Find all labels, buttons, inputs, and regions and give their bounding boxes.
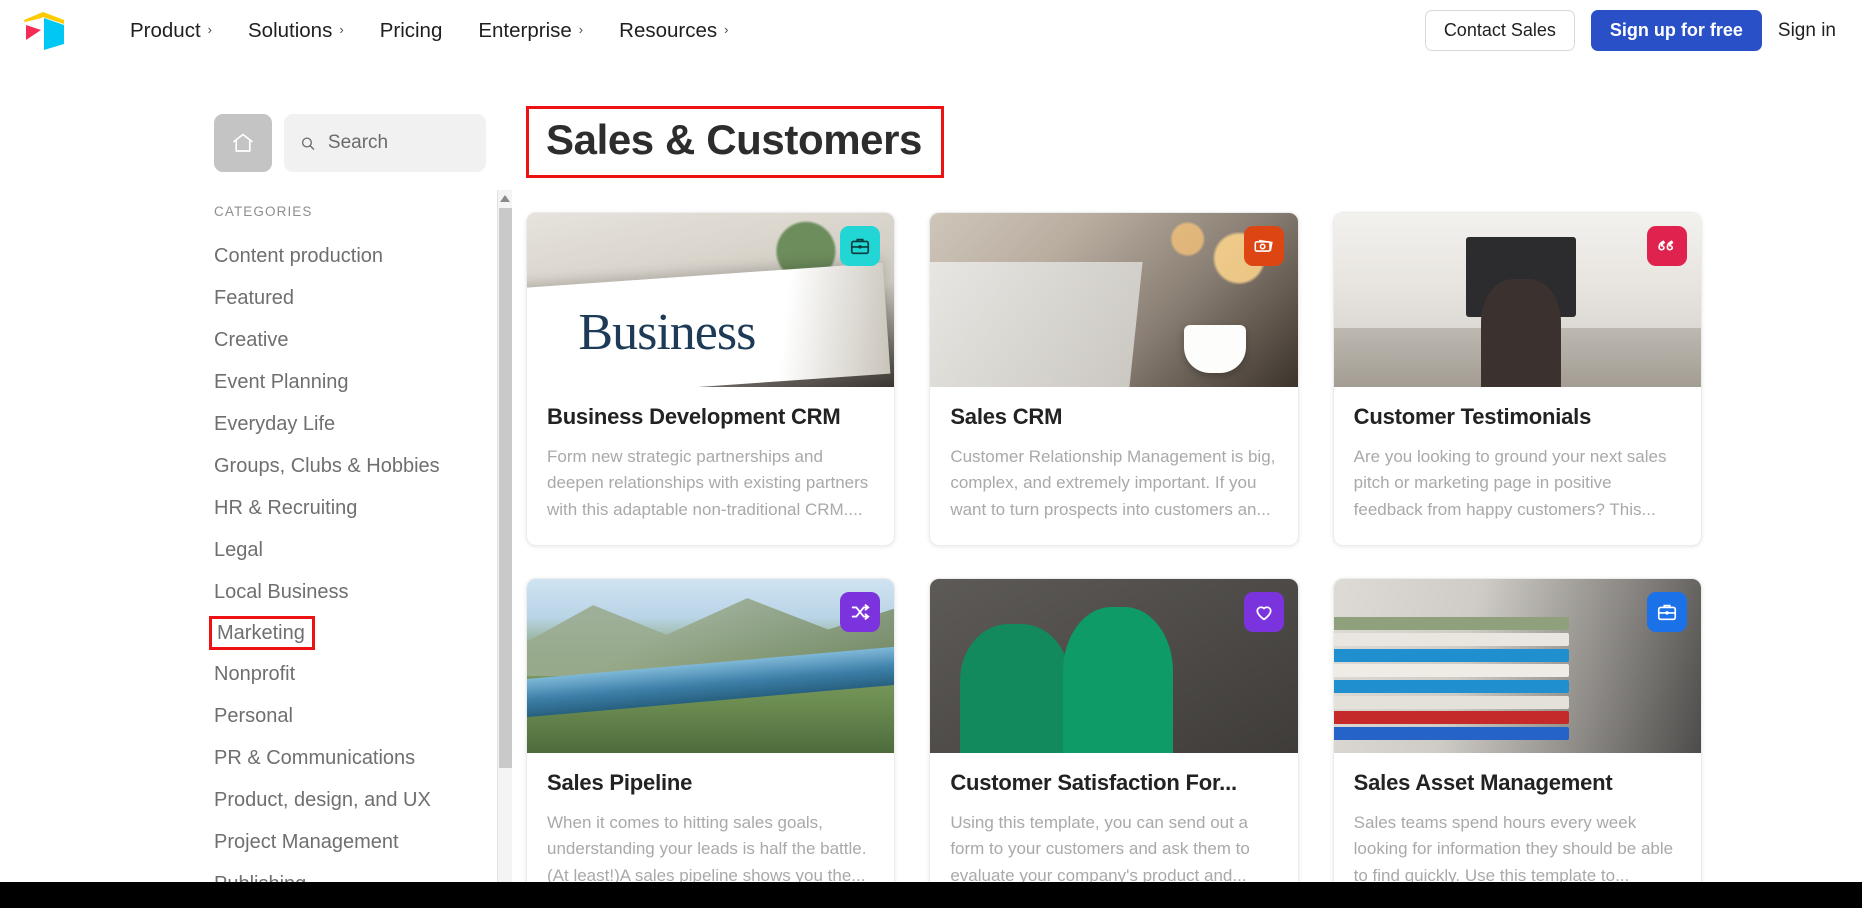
sidebar-item-legal[interactable]: Legal [214,529,486,571]
template-card[interactable]: Business Business Development CRM Form n… [526,212,896,547]
search-icon [301,136,315,150]
nav-label: Resources [619,18,718,42]
card-badge [1243,592,1284,633]
sidebar-item-content-production[interactable]: Content production [214,235,486,277]
card-title: Sales Pipeline [547,770,693,796]
nav-label: Product [130,18,201,42]
sidebar-item-hr-recruiting[interactable]: HR & Recruiting [214,487,486,529]
card-badge [1243,226,1284,266]
nav-item-product[interactable]: Product › [112,19,230,43]
card-title: Business Development CRM [547,404,841,429]
page-body: CATEGORIES Content production Featured C… [0,62,1862,908]
sidebar-item-marketing[interactable]: Marketing [209,616,315,650]
card-body: Sales CRM Customer Relationship Manageme… [930,387,1297,545]
nav-label: Enterprise [478,18,572,42]
card-badge [840,592,881,633]
monday-logo[interactable] [22,11,66,51]
sidebar-controls [214,114,486,172]
card-description: Using this template, you can send out a … [950,813,1250,885]
template-card-grid: Business Business Development CRM Form n… [526,212,1702,908]
card-thumbnail [1333,579,1701,754]
card-badge [1647,226,1687,266]
template-card[interactable]: Sales Asset Management Sales teams spend… [1332,578,1702,908]
card-thumbnail [1333,213,1701,387]
page-title: Sales & Customers [546,116,923,163]
heart-icon [1256,606,1272,621]
nav-item-resources[interactable]: Resources › [601,19,746,43]
money-icon [1254,239,1273,252]
nav-item-solutions[interactable]: Solutions › [230,19,362,43]
briefcase-icon [1657,604,1677,621]
contact-sales-button[interactable]: Contact Sales [1424,10,1575,51]
card-badge [1647,592,1687,633]
shuffle-icon [852,604,871,620]
site-header: Product › Solutions › Pricing Enterprise… [0,0,1862,62]
sidebar-item-event-planning[interactable]: Event Planning [214,361,486,403]
thumbnail-text: Business [578,304,756,362]
card-title: Sales Asset Management [1353,770,1613,796]
card-description: When it comes to hitting sales goals, un… [547,813,867,885]
card-thumbnail: Business [527,213,895,387]
nav-item-pricing[interactable]: Pricing [362,19,461,43]
template-card[interactable]: Customer Testimonials Are you looking to… [1332,212,1702,547]
card-description: Form new strategic partnerships and deep… [547,447,869,519]
card-body: Business Development CRM Form new strate… [527,387,894,545]
chevron-right-icon: › [578,22,584,37]
card-badge [840,226,881,266]
card-thumbnail [527,579,895,754]
page-title-highlight: Sales & Customers [526,106,945,178]
card-title: Customer Satisfaction For... [950,770,1237,796]
nav-label: Solutions [248,18,333,42]
categories-heading: CATEGORIES [214,204,313,219]
sign-in-link[interactable]: Sign in [1778,20,1838,42]
card-title: Customer Testimonials [1353,404,1592,429]
chevron-right-icon: › [339,22,344,37]
card-description: Customer Relationship Management is big,… [950,447,1276,519]
card-thumbnail [930,213,1298,387]
search-box[interactable] [284,114,486,172]
sidebar-item-personal[interactable]: Personal [214,695,486,737]
home-button[interactable] [214,114,272,172]
main-navigation: Product › Solutions › Pricing Enterprise… [112,19,746,43]
sidebar-item-local-business[interactable]: Local Business [214,571,486,613]
template-card[interactable]: Sales CRM Customer Relationship Manageme… [929,212,1299,547]
sidebar-item-featured[interactable]: Featured [214,277,486,319]
sidebar-item-everyday-life[interactable]: Everyday Life [214,403,486,445]
card-description: Are you looking to ground your next sale… [1353,447,1667,519]
category-sidebar: CATEGORIES Content production Featured C… [209,62,512,908]
search-input[interactable] [327,132,470,154]
chevron-right-icon: › [724,22,729,37]
sign-up-button[interactable]: Sign up for free [1590,10,1762,51]
bottom-bar [0,882,1862,908]
quote-icon [1658,240,1674,251]
card-title: Sales CRM [950,404,1063,429]
sidebar-item-creative[interactable]: Creative [214,319,486,361]
card-body: Customer Testimonials Are you looking to… [1334,387,1701,545]
home-icon [233,133,253,152]
scrollbar-thumb[interactable] [499,208,512,768]
card-description: Sales teams spend hours every week looki… [1353,813,1674,885]
sidebar-scrollbar[interactable] [497,190,512,898]
sidebar-item-pr-communications[interactable]: PR & Communications [214,737,486,779]
sidebar-item-product-design-ux[interactable]: Product, design, and UX [214,779,486,821]
scroll-up-arrow-icon[interactable] [500,195,510,202]
chevron-right-icon: › [207,22,212,37]
sidebar-item-nonprofit[interactable]: Nonprofit [214,653,486,695]
template-card[interactable]: Customer Satisfaction For... Using this … [929,578,1299,908]
card-thumbnail [930,579,1298,754]
main-content: Sales & Customers Business Business Deve… [486,62,1862,908]
header-actions: Contact Sales Sign up for free Sign in [1424,10,1838,51]
nav-item-enterprise[interactable]: Enterprise › [460,19,601,43]
category-list: Content production Featured Creative Eve… [209,235,486,908]
briefcase-icon [851,238,870,255]
sidebar-item-project-management[interactable]: Project Management [214,821,486,863]
sidebar-item-groups-clubs-hobbies[interactable]: Groups, Clubs & Hobbies [214,445,486,487]
nav-label: Pricing [379,18,443,42]
template-card[interactable]: Sales Pipeline When it comes to hitting … [526,578,896,908]
